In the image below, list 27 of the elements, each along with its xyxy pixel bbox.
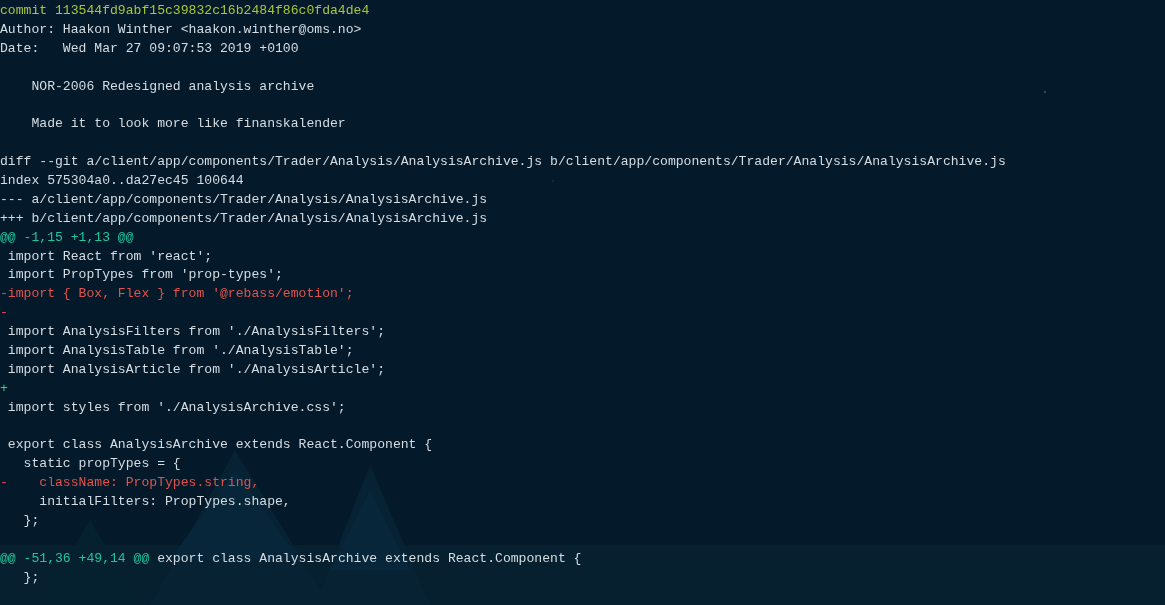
added-line: + [0,380,8,396]
code-line: import styles from './AnalysisArchive.css'; [6,399,346,415]
code-line: import AnalysisTable from './AnalysisTable'; [6,343,354,359]
code-line: export class AnalysisArchive extends React.Component { [156,550,582,566]
commit-hash: commit 113544fd9abf15c39832c16b2484f86c0fda4de4 [0,3,370,18]
code-line: import React from 'react'; [6,248,213,264]
code-line: +++ b/client/app/components/Trader/Analysis/AnalysisArchive.js [0,210,488,226]
code-line: }; [22,513,40,529]
code-line: diff --git a/client/app/components/Trader/Analysis/AnalysisArchive.js b/client/app/components/Trader/Analysis/AnalysisArchive.js [0,154,1006,170]
deleted-line: - [0,305,8,321]
code-line: --- a/client/app/components/Trader/Analysis/AnalysisArchive.js [0,191,488,207]
code-line: import AnalysisArticle from './AnalysisArticle'; [6,361,386,377]
code-line: Date: Wed Mar 27 09:07:53 2019 +0100 [0,40,299,56]
deleted-line: - className: PropTypes.string, [0,475,260,491]
code-line: }; [22,569,40,585]
code-line: index 575304a0..da27ec45 100644 [0,173,244,188]
code-line: NOR-2006 Redesigned analysis archive [30,78,315,94]
code-line: import PropTypes from 'prop-types'; [6,267,283,283]
code-line: import AnalysisFilters from './AnalysisFilters'; [6,324,386,340]
code-line: export class AnalysisArchive extends React.Component { [6,437,433,453]
code-line: Author: Haakon Winther <haakon.winther@oms.no> [0,21,362,37]
hunk-header: @@ -51,36 +49,14 @@ [0,550,150,566]
hunk-header: @@ -1,15 +1,13 @@ [0,229,134,245]
code-line: initialFilters: PropTypes.shape, [38,494,291,510]
code-line: Made it to look more like finanskalender [30,116,346,132]
deleted-line: -import { Box, Flex } from '@rebass/emotion'; [0,286,354,302]
code-line: static propTypes = { [22,456,181,472]
